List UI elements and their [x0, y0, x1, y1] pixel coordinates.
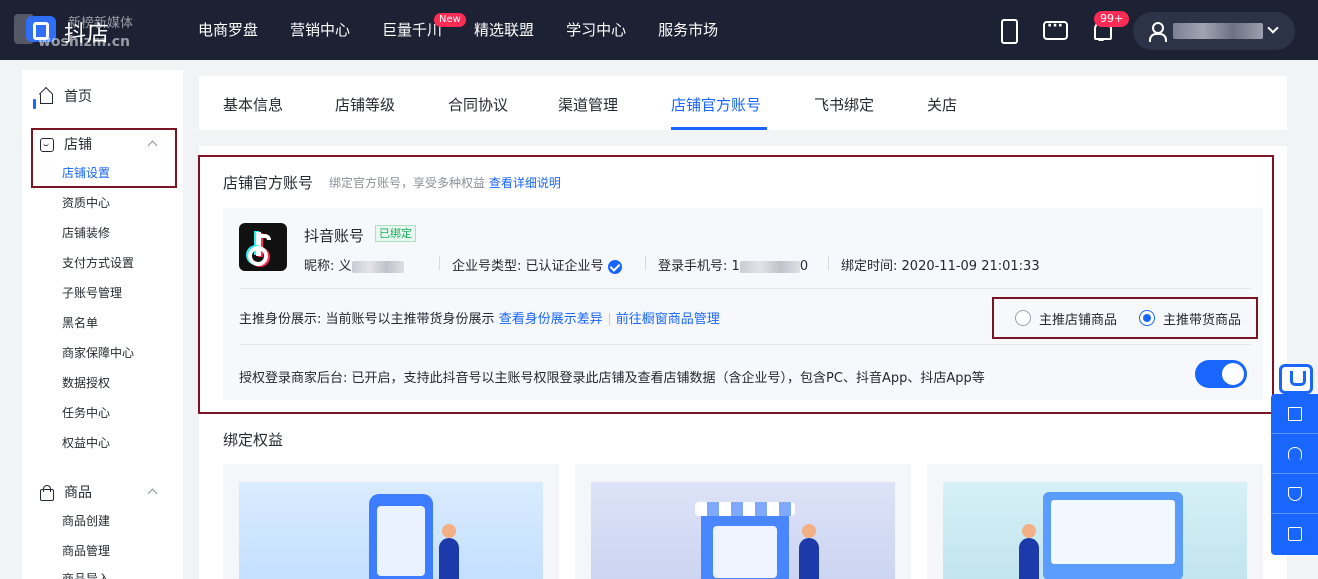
- sidebar-section-label: 商品: [64, 485, 92, 501]
- tab-basic-info[interactable]: 基本信息: [223, 94, 283, 115]
- nav-label: 营销中心: [290, 21, 351, 39]
- sidebar-item-tasks[interactable]: 任务中心: [62, 404, 110, 422]
- nav-label: 服务市场: [658, 21, 719, 39]
- benefit-card[interactable]: [927, 464, 1263, 579]
- chevron-down-icon: [1267, 22, 1279, 34]
- nav-label: 电商罗盘: [198, 21, 259, 39]
- nav-item-compass[interactable]: 电商罗盘: [198, 0, 258, 60]
- benefit-illustration: [591, 482, 895, 579]
- nav-item-learning[interactable]: 学习中心: [566, 0, 626, 60]
- user-menu[interactable]: [1133, 12, 1295, 50]
- person-illustration: [799, 524, 819, 579]
- sidebar-item-decoration[interactable]: 店铺装修: [62, 224, 110, 242]
- monitor-illustration: [1043, 492, 1183, 579]
- watermark-text-top: 新榜新媒体: [68, 16, 134, 31]
- benefit-illustration: [943, 482, 1247, 579]
- nav-item-service-market[interactable]: 服务市场: [658, 0, 718, 60]
- sidebar-item-home[interactable]: 首页: [38, 84, 92, 108]
- person-illustration: [1019, 524, 1039, 579]
- sidebar-item-payment[interactable]: 支付方式设置: [62, 254, 134, 272]
- home-icon: [38, 88, 54, 104]
- tab-store-level[interactable]: 店铺等级: [335, 94, 395, 115]
- new-badge: New: [434, 13, 466, 27]
- nav-item-qianchuan[interactable]: 巨量千川 New: [382, 0, 466, 60]
- nav-label: 精选联盟: [474, 21, 535, 39]
- notification-count-badge: 99+: [1094, 11, 1130, 27]
- nav-item-alliance[interactable]: 精选联盟: [474, 0, 534, 60]
- sidebar-item-qualification[interactable]: 资质中心: [62, 194, 110, 212]
- active-indicator: [33, 99, 36, 109]
- book-icon[interactable]: [1271, 394, 1318, 434]
- highlight-box-radio: [992, 297, 1258, 339]
- sidebar-item-blacklist[interactable]: 黑名单: [62, 314, 98, 332]
- phone-icon[interactable]: [996, 18, 1020, 44]
- assistant-logo-icon[interactable]: [1279, 364, 1313, 394]
- nav-label: 学习中心: [566, 21, 627, 39]
- headset-icon[interactable]: [1271, 434, 1318, 474]
- benefits-title: 绑定权益: [223, 431, 284, 449]
- sidebar-item-goods-import[interactable]: 商品导入: [62, 570, 110, 579]
- person-illustration: [439, 524, 459, 579]
- watermark-text-bottom: woshizm.cn: [38, 34, 130, 50]
- floating-toolbar: [1271, 394, 1318, 555]
- shopping-bag-icon: [38, 484, 54, 501]
- shield-icon[interactable]: [1271, 474, 1318, 514]
- tab-official-account[interactable]: 店铺官方账号: [671, 94, 761, 115]
- benefit-card[interactable]: [575, 464, 911, 579]
- sidebar-item-goods-manage[interactable]: 商品管理: [62, 542, 110, 560]
- nav-item-marketing[interactable]: 营销中心: [290, 0, 350, 60]
- tab-feishu[interactable]: 飞书绑定: [814, 94, 874, 115]
- sidebar-section-goods[interactable]: 商品: [38, 480, 92, 504]
- phone-illustration: [369, 494, 433, 579]
- active-tab-underline: [671, 127, 767, 130]
- tab-contract[interactable]: 合同协议: [448, 94, 508, 115]
- user-icon: [1147, 21, 1167, 42]
- benefit-card[interactable]: [223, 464, 559, 579]
- doudian-logo[interactable]: 抖店 新榜新媒体 woshizm.cn: [8, 10, 188, 50]
- settings-tabs: 基本信息 店铺等级 合同协议 渠道管理 店铺官方账号 飞书绑定 关店: [199, 76, 1287, 130]
- message-icon[interactable]: [1042, 18, 1068, 42]
- tab-channel[interactable]: 渠道管理: [558, 94, 618, 115]
- highlight-box-main: [198, 155, 1274, 414]
- sidebar-item-data-auth[interactable]: 数据授权: [62, 374, 110, 392]
- sidebar-item-rights[interactable]: 权益中心: [62, 434, 110, 452]
- main-nav: 电商罗盘 营销中心 巨量千川 New 精选联盟 学习中心 服务市场: [198, 0, 750, 60]
- sidebar-item-label: 首页: [64, 89, 92, 105]
- benefit-illustration: [239, 482, 543, 579]
- chevron-up-icon[interactable]: [147, 488, 158, 499]
- storefront-illustration: [695, 502, 795, 579]
- highlight-box-sidebar: [31, 128, 177, 188]
- mail-icon[interactable]: [1271, 514, 1318, 554]
- sidebar-item-goods-create[interactable]: 商品创建: [62, 512, 110, 530]
- top-navigation-bar: 抖店 新榜新媒体 woshizm.cn 电商罗盘 营销中心 巨量千川 New 精选…: [0, 0, 1318, 60]
- user-name-redacted: [1173, 23, 1263, 39]
- nav-label: 巨量千川: [382, 21, 443, 39]
- sidebar-item-guarantee[interactable]: 商家保障中心: [62, 344, 134, 362]
- sidebar-item-subaccount[interactable]: 子账号管理: [62, 284, 122, 302]
- tab-close-store[interactable]: 关店: [927, 94, 957, 115]
